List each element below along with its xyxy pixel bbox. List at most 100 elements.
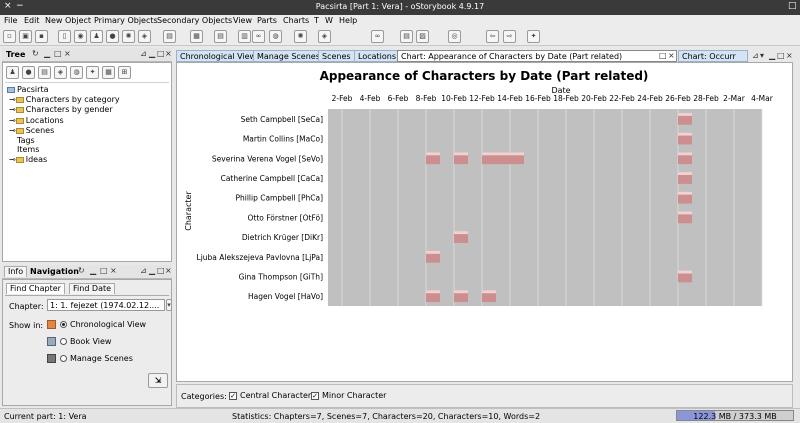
restore-icon[interactable]: □: [100, 266, 108, 275]
arrow-left-icon[interactable]: ⇦: [486, 30, 499, 43]
minimize-icon[interactable]: ▁: [149, 49, 155, 58]
minimize-icon[interactable]: ▁: [44, 49, 50, 58]
close-icon[interactable]: ×: [64, 49, 71, 58]
menu-primary-objects[interactable]: Primary Objects: [94, 16, 158, 25]
person-icon[interactable]: ◉: [74, 30, 87, 43]
part-filter-icon[interactable]: ▦: [102, 66, 115, 79]
menu-edit[interactable]: Edit: [24, 16, 40, 25]
chevron-down-icon[interactable]: ▾: [760, 51, 764, 60]
restore-icon[interactable]: □: [157, 49, 165, 58]
save-icon[interactable]: ▪: [35, 30, 48, 43]
idea-filter-icon[interactable]: ✦: [86, 66, 99, 79]
item-filter-icon[interactable]: ◍: [70, 66, 83, 79]
close-icon[interactable]: ×: [786, 51, 793, 60]
pin-icon[interactable]: ⊿: [752, 51, 759, 60]
menu-parts[interactable]: Parts: [257, 16, 277, 25]
refresh-icon[interactable]: ↻: [78, 266, 85, 275]
lightbulb-icon[interactable]: ✦: [527, 30, 540, 43]
tab-manage-scenes[interactable]: Manage Scenes: [253, 50, 324, 62]
person-filter-icon[interactable]: ♟: [6, 66, 19, 79]
arrow-right-icon[interactable]: ⇨: [503, 30, 516, 43]
pin-icon[interactable]: ⊿: [140, 49, 147, 58]
tab-chart-appearance[interactable]: Chart: Appearance of Characters by Date …: [397, 50, 677, 62]
book-icon[interactable]: ▨: [416, 30, 429, 43]
option-chronological-view[interactable]: Chronological View: [47, 320, 146, 329]
option-book-view[interactable]: Book View: [47, 337, 111, 346]
tree-item-characters-by-gender[interactable]: ⊸ Characters by gender: [9, 105, 113, 114]
memory-bar[interactable]: 122.3 MB / 373.3 MB: [676, 410, 794, 421]
film-reel-icon[interactable]: ✺: [122, 30, 135, 43]
tag-table-icon[interactable]: ◈: [318, 30, 331, 43]
refresh-icon[interactable]: ↻: [32, 49, 39, 58]
globe-table-icon[interactable]: ◍: [269, 30, 282, 43]
close-icon[interactable]: ×: [668, 51, 675, 60]
go-button[interactable]: ⇲: [148, 373, 168, 388]
checkbox-minor-character[interactable]: ✓ Minor Character: [311, 391, 386, 400]
memoria-icon[interactable]: ◎: [448, 30, 461, 43]
radio-book-view[interactable]: [60, 338, 67, 345]
tab-scenes[interactable]: Scenes: [318, 50, 355, 62]
chapter-select[interactable]: 1: 1. fejezet (1974.02.12....: [47, 299, 165, 311]
tree-item-ideas[interactable]: ⊸ Ideas: [9, 155, 47, 164]
menu-w[interactable]: W: [325, 16, 333, 25]
new-file-icon[interactable]: ▫: [3, 30, 16, 43]
man-icon[interactable]: ♟: [90, 30, 103, 43]
menu-file[interactable]: File: [4, 16, 17, 25]
menu-t[interactable]: T: [314, 16, 319, 25]
radio-chronological-view[interactable]: [60, 321, 67, 328]
close-icon[interactable]: ×: [165, 266, 172, 275]
new-doc-icon[interactable]: ▯: [58, 30, 71, 43]
menu-secondary-objects[interactable]: Secondary Objects: [157, 16, 232, 25]
checkbox-label: Minor Character: [322, 391, 387, 400]
restore-icon[interactable]: □: [659, 51, 667, 60]
tab-chart-occurrence[interactable]: Chart: Occurr: [678, 50, 748, 62]
restore-icon[interactable]: □: [157, 266, 165, 275]
restore-icon[interactable]: □: [54, 49, 62, 58]
tab-chronological-view[interactable]: Chronological View: [176, 50, 261, 62]
tree-item-items[interactable]: Items: [17, 145, 39, 154]
scene-filter-icon[interactable]: ▤: [38, 66, 51, 79]
maximize-icon[interactable]: □: [788, 1, 797, 11]
scene-table-icon[interactable]: ▦: [190, 30, 203, 43]
chapters-icon[interactable]: ▤: [163, 30, 176, 43]
minimize-icon[interactable]: ▁: [90, 266, 96, 275]
menu-new-object[interactable]: New Object: [45, 16, 91, 25]
tab-locations[interactable]: Locations: [354, 50, 401, 62]
globe-filter-icon[interactable]: ●: [22, 66, 35, 79]
location-table-icon[interactable]: ▥: [238, 30, 251, 43]
tab-find-date[interactable]: Find Date: [69, 283, 116, 294]
chevron-down-icon[interactable]: ▾: [166, 299, 172, 311]
tree-item-tags[interactable]: Tags: [17, 136, 35, 145]
tab-info[interactable]: Info: [4, 266, 28, 277]
checkbox-central-character[interactable]: ✓ Central Character: [229, 391, 311, 400]
tab-find-chapter[interactable]: Find Chapter: [6, 283, 65, 294]
close-icon[interactable]: ×: [165, 49, 172, 58]
menu-charts[interactable]: Charts: [283, 16, 309, 25]
tab-navigation[interactable]: Navigation: [30, 267, 79, 276]
tree-item-scenes[interactable]: ⊸ Scenes: [9, 126, 54, 135]
tree-item-locations[interactable]: ⊸ Locations: [9, 116, 64, 125]
close-icon[interactable]: ×: [110, 266, 117, 275]
pin-icon[interactable]: ⊿: [140, 266, 147, 275]
option-manage-scenes[interactable]: Manage Scenes: [47, 354, 133, 363]
restore-icon[interactable]: □: [777, 51, 785, 60]
edit-doc-icon[interactable]: ▤: [400, 30, 413, 43]
menu-view[interactable]: View: [233, 16, 252, 25]
tag-filter-icon[interactable]: ◈: [54, 66, 67, 79]
tree-root[interactable]: Pacsirta: [7, 85, 48, 94]
link-icon[interactable]: ∞: [252, 30, 265, 43]
tree-item-characters-by-category[interactable]: ⊸ Characters by category: [9, 95, 120, 104]
expand-icon[interactable]: ⊞: [118, 66, 131, 79]
tag-icon[interactable]: ◈: [138, 30, 151, 43]
reel-table-icon[interactable]: ✺: [294, 30, 307, 43]
option-label: Manage Scenes: [70, 354, 133, 363]
minimize-icon[interactable]: ▁: [769, 51, 775, 60]
open-folder-icon[interactable]: ▣: [19, 30, 32, 43]
globe-icon[interactable]: ●: [106, 30, 119, 43]
link-table-icon[interactable]: ∞: [371, 30, 384, 43]
person-table-icon[interactable]: ▤: [214, 30, 227, 43]
menu-help[interactable]: Help: [339, 16, 357, 25]
tree-panel: ♟ ● ▤ ◈ ◍ ✦ ▦ ⊞ Pacsirta ⊸ Characters by …: [2, 62, 172, 262]
radio-manage-scenes[interactable]: [60, 355, 67, 362]
minimize-icon[interactable]: ▁: [149, 266, 155, 275]
